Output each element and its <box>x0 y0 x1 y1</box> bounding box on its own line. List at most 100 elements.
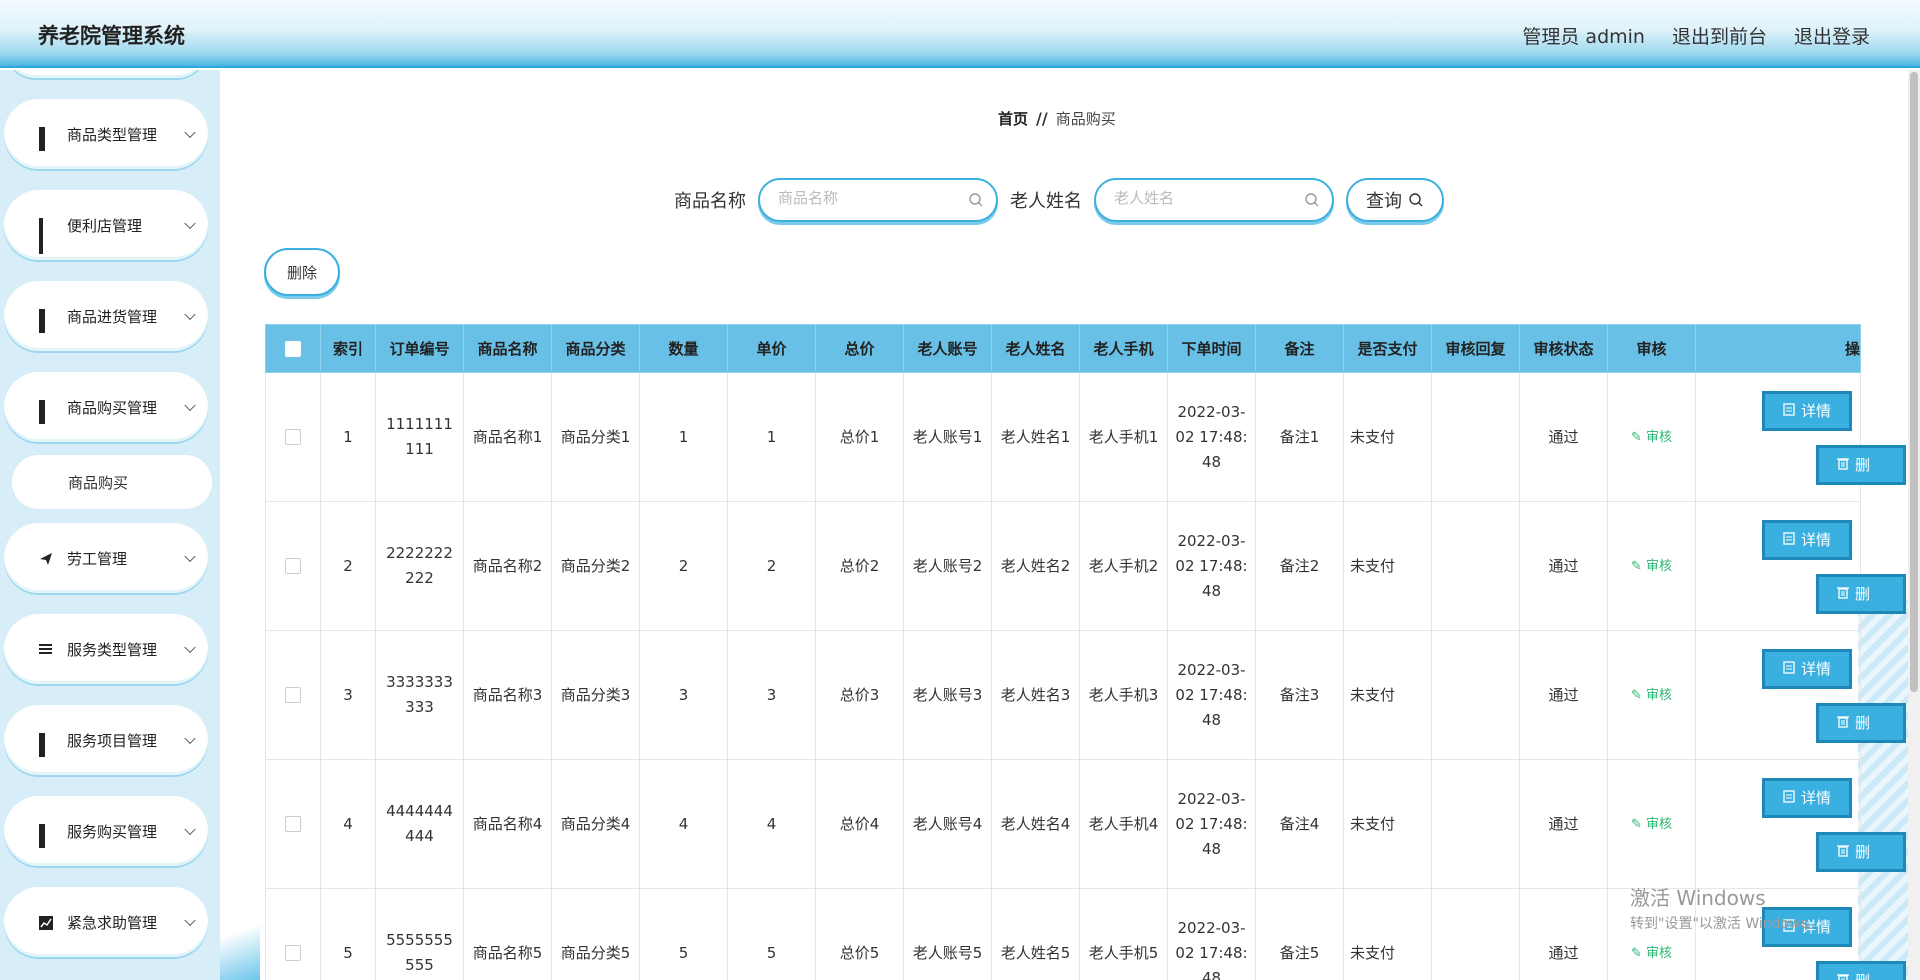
cell-order: 2222222222 <box>375 501 464 631</box>
detail-button-label: 详情 <box>1800 401 1831 420</box>
sidebar-item-8[interactable]: 服务购买管理 <box>4 796 208 866</box>
row-checkbox[interactable] <box>285 558 301 574</box>
table-row: 1 1111111111 商品名称1 商品分类1 1 1 总价1 老人账号1 老人姓名1 老人手机… <box>265 372 1906 502</box>
audit-link[interactable]: ✎ 审核 <box>1631 817 1672 832</box>
decorative-wave <box>220 900 260 980</box>
cell-category: 商品分类2 <box>551 501 640 631</box>
detail-button[interactable]: 详情 <box>1762 391 1852 431</box>
app-title: 养老院管理系统 <box>38 24 185 48</box>
sidebar-item-6[interactable]: 服务类型管理 <box>4 614 208 684</box>
audit-link[interactable]: ✎ 审核 <box>1631 946 1672 961</box>
trash-icon <box>1837 969 1849 980</box>
sidebar-subitem-product-purchase[interactable]: 商品购买 <box>12 455 212 509</box>
decorative-wave-right <box>1858 600 1908 980</box>
cell-elder: 老人姓名4 <box>991 759 1080 889</box>
grid-icon <box>39 824 53 848</box>
delete-button[interactable]: 删 <box>1816 445 1906 485</box>
sidebar-item-9[interactable]: 紧急求助管理 <box>4 887 208 957</box>
column-header: 老人手机 <box>1079 324 1168 373</box>
cell-reply <box>1431 759 1520 889</box>
cell-note: 备注3 <box>1255 630 1344 760</box>
column-header: 索引 <box>320 324 376 373</box>
edit-icon: ✎ <box>1630 817 1646 832</box>
sidebar-item-3[interactable]: 商品进货管理 <box>4 281 208 351</box>
select-all-checkbox[interactable] <box>285 341 301 357</box>
sidebar-item-label: 商品类型管理 <box>67 125 158 144</box>
query-button[interactable]: 查询 <box>1346 178 1444 222</box>
cell-total: 总价2 <box>815 501 904 631</box>
vertical-scrollbar[interactable] <box>1908 70 1920 980</box>
table-row: 2 2222222222 商品名称2 商品分类2 2 2 总价2 老人账号2 老人姓名2 老人手机… <box>265 501 1906 631</box>
column-header: 审核状态 <box>1519 324 1608 373</box>
column-header: 下单时间 <box>1167 324 1256 373</box>
cell-audit: ✎ 审核 <box>1607 888 1696 980</box>
sidebar-item-previous[interactable] <box>4 70 208 78</box>
delete-button[interactable]: 删 <box>1816 961 1906 980</box>
delete-button[interactable]: 删 <box>1816 832 1906 872</box>
cell-paid: 未支付 <box>1343 630 1432 760</box>
detail-button[interactable]: 详情 <box>1762 778 1852 818</box>
sidebar-item-4[interactable]: 商品购买管理 <box>4 372 208 442</box>
cell-paid: 未支付 <box>1343 372 1432 502</box>
audit-label: 审核 <box>1646 817 1673 832</box>
audit-link[interactable]: ✎ 审核 <box>1631 559 1672 574</box>
delete-button-label: 删 <box>1855 842 1871 861</box>
row-checkbox[interactable] <box>285 816 301 832</box>
cell-elder: 老人姓名1 <box>991 372 1080 502</box>
product-name-input[interactable] <box>778 189 958 207</box>
sidebar-item-label: 服务购买管理 <box>67 822 158 841</box>
cell-price: 1 <box>727 372 816 502</box>
sidebar-item-2[interactable]: 便利店管理 <box>4 190 208 260</box>
cell-name: 商品名称2 <box>463 501 552 631</box>
detail-button[interactable]: 详情 <box>1762 907 1852 947</box>
breadcrumb: 首页 // 商品购买 <box>998 108 1116 129</box>
column-header: 操 <box>1695 324 1861 373</box>
exit-to-front-link[interactable]: 退出到前台 <box>1672 22 1767 49</box>
column-header: 审核回复 <box>1431 324 1520 373</box>
cell-phone: 老人手机1 <box>1079 372 1168 502</box>
cell-account: 老人账号4 <box>903 759 992 889</box>
batch-delete-button[interactable]: 删除 <box>264 248 340 296</box>
cell-note: 备注4 <box>1255 759 1344 889</box>
sidebar-item-5[interactable]: 劳工管理 <box>4 523 208 593</box>
sidebar-item-1[interactable]: 商品类型管理 <box>4 99 208 169</box>
row-checkbox[interactable] <box>285 687 301 703</box>
edit-icon: ✎ <box>1630 559 1646 574</box>
logout-link[interactable]: 退出登录 <box>1794 22 1870 49</box>
detail-button[interactable]: 详情 <box>1762 520 1852 560</box>
chevron-down-icon <box>184 823 196 836</box>
cell-time: 2022-03-02 17:48:48 <box>1167 372 1256 502</box>
cell-idx: 2 <box>320 501 376 631</box>
breadcrumb-current: 商品购买 <box>1055 110 1116 128</box>
trash-icon <box>1837 582 1849 607</box>
cell-account: 老人账号2 <box>903 501 992 631</box>
elder-name-input[interactable] <box>1114 189 1294 207</box>
row-checkbox[interactable] <box>285 429 301 445</box>
cell-note: 备注1 <box>1255 372 1344 502</box>
audit-label: 审核 <box>1646 946 1673 961</box>
row-select-cell <box>265 372 321 502</box>
cell-order: 5555555555 <box>375 888 464 980</box>
main-content: 首页//商品购买 商品名称 老人姓名 查询 删除 索引订单编号商品名称商品分类数… <box>220 70 1920 980</box>
column-header: 备注 <box>1255 324 1344 373</box>
audit-link[interactable]: ✎ 审核 <box>1631 430 1672 445</box>
cell-idx: 3 <box>320 630 376 760</box>
delete-button-label: 删 <box>1855 713 1871 732</box>
delete-button[interactable]: 删 <box>1816 703 1906 743</box>
detail-button[interactable]: 详情 <box>1762 649 1852 689</box>
delete-button[interactable]: 删 <box>1816 574 1906 614</box>
grid-nine-icon <box>39 218 53 254</box>
detail-button-label: 详情 <box>1800 659 1831 678</box>
audit-label: 审核 <box>1646 688 1673 703</box>
cell-qty: 1 <box>639 372 728 502</box>
audit-link[interactable]: ✎ 审核 <box>1631 688 1672 703</box>
document-icon <box>1783 786 1795 811</box>
row-checkbox[interactable] <box>285 945 301 961</box>
cell-category: 商品分类1 <box>551 372 640 502</box>
admin-user-label[interactable]: 管理员 admin <box>1522 22 1645 49</box>
query-button-label: 查询 <box>1366 191 1402 212</box>
chevron-down-icon <box>184 641 196 654</box>
sidebar-item-7[interactable]: 服务项目管理 <box>4 705 208 775</box>
scrollbar-thumb[interactable] <box>1910 72 1918 692</box>
breadcrumb-home[interactable]: 首页 <box>998 110 1028 128</box>
